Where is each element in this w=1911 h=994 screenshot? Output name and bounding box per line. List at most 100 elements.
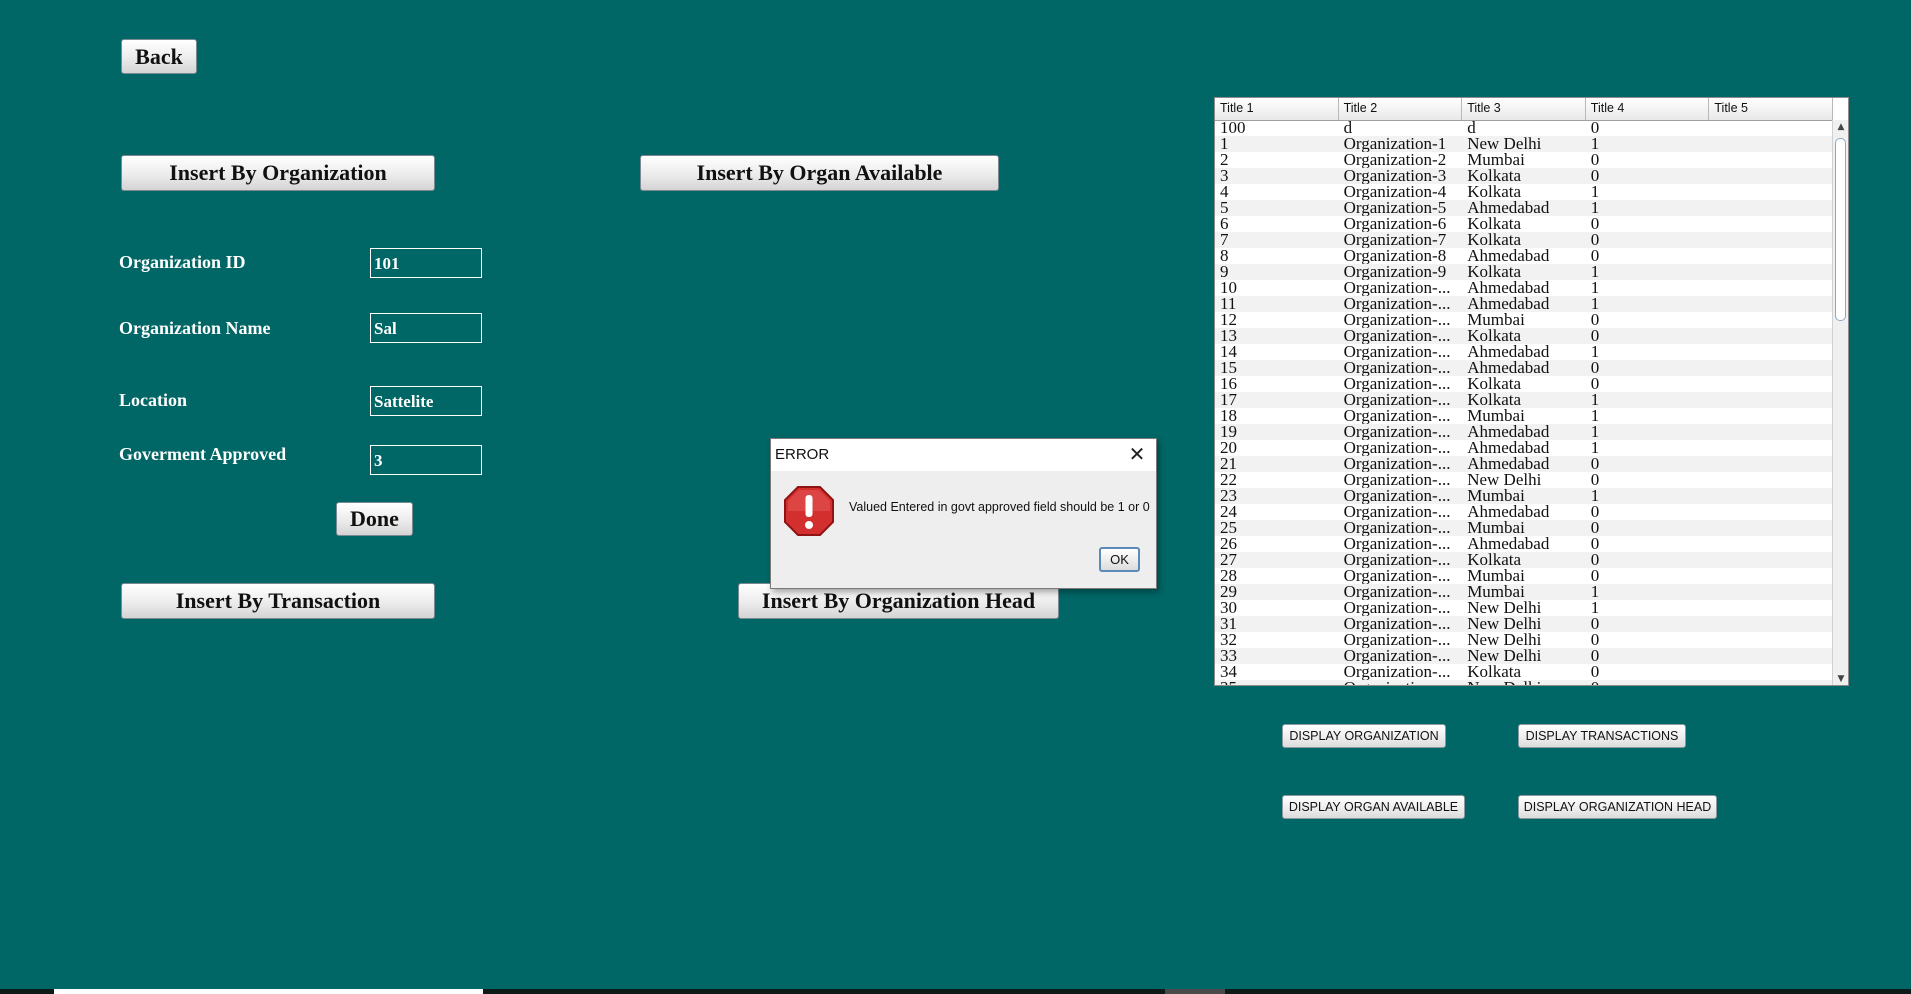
column-header[interactable]: Title 4: [1586, 98, 1710, 120]
table-row[interactable]: 5 Organization-5 Ahmedabad 1: [1215, 200, 1833, 216]
done-button[interactable]: Done: [336, 502, 413, 536]
table-cell: Ahmedabad: [1467, 536, 1550, 552]
table-row[interactable]: 3 Organization-3 Kolkata 0: [1215, 168, 1833, 184]
table-row[interactable]: 31 Organization-... New Delhi 0: [1215, 616, 1833, 632]
table-row[interactable]: 23 Organization-... Mumbai 1: [1215, 488, 1833, 504]
table-row[interactable]: 16 Organization-... Kolkata 0: [1215, 376, 1833, 392]
table-row[interactable]: 29 Organization-... Mumbai 1: [1215, 584, 1833, 600]
table-row[interactable]: 18 Organization-... Mumbai 1: [1215, 408, 1833, 424]
table-row[interactable]: 4 Organization-4 Kolkata 1: [1215, 184, 1833, 200]
column-header[interactable]: Title 5: [1709, 98, 1833, 120]
table-row[interactable]: 14 Organization-... Ahmedabad 1: [1215, 344, 1833, 360]
table-cell: [1709, 440, 1833, 456]
table-row[interactable]: 11 Organization-... Ahmedabad 1: [1215, 296, 1833, 312]
table-cell: Organization-...: [1343, 568, 1451, 584]
table-cell: [1709, 424, 1833, 440]
table-row[interactable]: 8 Organization-8 Ahmedabad 0: [1215, 248, 1833, 264]
table-cell: 100: [1220, 120, 1246, 136]
display-transactions-button[interactable]: DISPLAY TRANSACTIONS: [1518, 724, 1686, 748]
location-input[interactable]: [370, 386, 482, 416]
organization-name-input[interactable]: [370, 313, 482, 343]
table-cell: Mumbai: [1467, 408, 1525, 424]
table-row[interactable]: 15 Organization-... Ahmedabad 0: [1215, 360, 1833, 376]
table-cell: 23: [1220, 488, 1237, 504]
table-cell: [1709, 616, 1833, 632]
table-cell: Organization-...: [1343, 520, 1451, 536]
table-cell: Organization-6: [1343, 216, 1447, 232]
insert-by-organ-available-button[interactable]: Insert By Organ Available: [640, 155, 999, 191]
insert-by-transaction-button[interactable]: Insert By Transaction: [121, 583, 435, 619]
table-row[interactable]: 9 Organization-9 Kolkata 1: [1215, 264, 1833, 280]
table-cell: 26: [1220, 536, 1237, 552]
table-cell: [1709, 296, 1833, 312]
table-row[interactable]: 10 Organization-... Ahmedabad 1: [1215, 280, 1833, 296]
back-button[interactable]: Back: [121, 39, 197, 74]
table-cell: Ahmedabad: [1467, 440, 1550, 456]
table-cell: 0: [1590, 536, 1600, 552]
display-organization-head-button[interactable]: DISPLAY ORGANIZATION HEAD: [1518, 795, 1717, 819]
table-row[interactable]: 100 d d 0: [1215, 120, 1833, 136]
table-cell: [1709, 216, 1833, 232]
table-row[interactable]: 22 Organization-... New Delhi 0: [1215, 472, 1833, 488]
table-row[interactable]: 28 Organization-... Mumbai 0: [1215, 568, 1833, 584]
organization-id-input[interactable]: [370, 248, 482, 278]
table-cell: [1709, 184, 1833, 200]
table-row[interactable]: 26 Organization-... Ahmedabad 0: [1215, 536, 1833, 552]
table-cell: Mumbai: [1467, 520, 1525, 536]
scroll-down-icon[interactable]: ▼: [1833, 672, 1848, 685]
table-row[interactable]: 25 Organization-... Mumbai 0: [1215, 520, 1833, 536]
table-cell: Organization-...: [1343, 536, 1451, 552]
scroll-up-icon[interactable]: ▲: [1833, 120, 1848, 134]
table-row[interactable]: 13 Organization-... Kolkata 0: [1215, 328, 1833, 344]
table-row[interactable]: 34 Organization-... Kolkata 0: [1215, 664, 1833, 680]
column-header[interactable]: Title 2: [1339, 98, 1463, 120]
taskbar-item[interactable]: [1165, 989, 1225, 994]
taskbar-active-item[interactable]: [54, 989, 483, 994]
table-row[interactable]: 6 Organization-6 Kolkata 0: [1215, 216, 1833, 232]
table-cell: 24: [1220, 504, 1237, 520]
table-row[interactable]: 1 Organization-1 New Delhi 1: [1215, 136, 1833, 152]
table-row[interactable]: 19 Organization-... Ahmedabad 1: [1215, 424, 1833, 440]
table-cell: Organization-...: [1343, 424, 1451, 440]
table-row[interactable]: 24 Organization-... Ahmedabad 0: [1215, 504, 1833, 520]
table-cell: 0: [1590, 552, 1600, 568]
table-cell: Organization-...: [1343, 280, 1451, 296]
table-cell: Mumbai: [1467, 152, 1525, 168]
table-row[interactable]: 35Organization-...New Delhi0: [1215, 680, 1833, 685]
insert-by-organization-button[interactable]: Insert By Organization: [121, 155, 435, 191]
column-header[interactable]: Title 3: [1462, 98, 1586, 120]
govt-approved-input[interactable]: [370, 445, 482, 475]
display-organ-available-button[interactable]: DISPLAY ORGAN AVAILABLE: [1282, 795, 1465, 819]
scroll-thumb[interactable]: [1835, 138, 1846, 321]
table-row[interactable]: 12 Organization-... Mumbai 0: [1215, 312, 1833, 328]
ok-button[interactable]: OK: [1099, 547, 1140, 572]
table-cell: 16: [1220, 376, 1237, 392]
table-cell: 34: [1220, 664, 1237, 680]
dialog-titlebar[interactable]: ERROR ✕: [771, 439, 1156, 471]
table-cell: 1: [1590, 440, 1600, 456]
table-cell: Kolkata: [1467, 264, 1522, 280]
table-cell: 0: [1590, 520, 1600, 536]
table-cell: 13: [1220, 328, 1237, 344]
organization-table[interactable]: Title 1 Title 2 Title 3 Title 4 Title 5 …: [1214, 97, 1849, 686]
table-cell: New Delhi: [1467, 136, 1542, 152]
table-row[interactable]: 21 Organization-... Ahmedabad 0: [1215, 456, 1833, 472]
table-cell: Organization-...: [1343, 376, 1451, 392]
vertical-scrollbar[interactable]: ▲ ▼: [1832, 120, 1848, 685]
display-organization-button[interactable]: DISPLAY ORGANIZATION: [1282, 724, 1446, 748]
table-cell: Organization-...: [1343, 312, 1451, 328]
table-row[interactable]: 33 Organization-... New Delhi 0: [1215, 648, 1833, 664]
close-icon[interactable]: ✕: [1126, 443, 1148, 465]
table-row[interactable]: 17 Organization-... Kolkata 1: [1215, 392, 1833, 408]
table-cell: d: [1467, 120, 1476, 136]
column-header[interactable]: Title 1: [1215, 98, 1339, 120]
table-cell: [1709, 520, 1833, 536]
table-row[interactable]: 2 Organization-2 Mumbai 0: [1215, 152, 1833, 168]
table-row[interactable]: 7 Organization-7 Kolkata 0: [1215, 232, 1833, 248]
table-cell: Organization-...: [1343, 488, 1451, 504]
table-row[interactable]: 27 Organization-... Kolkata 0: [1215, 552, 1833, 568]
table-row[interactable]: 30 Organization-... New Delhi 1: [1215, 600, 1833, 616]
table-row[interactable]: 20 Organization-... Ahmedabad 1: [1215, 440, 1833, 456]
table-row[interactable]: 32 Organization-... New Delhi 0: [1215, 632, 1833, 648]
table-cell: 0: [1590, 312, 1600, 328]
